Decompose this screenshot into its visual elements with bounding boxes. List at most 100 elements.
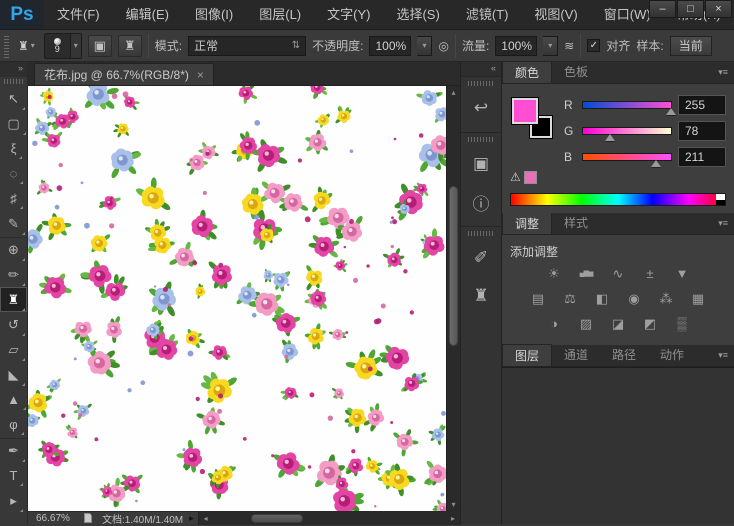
levels-icon[interactable]: ▄▆▅ (575, 266, 598, 282)
zoom-level-field[interactable]: 66.67% (36, 513, 82, 524)
layers-tab-1[interactable]: 图层 (502, 344, 553, 366)
posterize-icon[interactable]: ▨ (575, 316, 598, 332)
toolbar-collapse-button[interactable]: » (0, 62, 27, 77)
airbrush-icon[interactable]: ≋ (564, 39, 574, 53)
opacity-input[interactable]: 100% (369, 35, 412, 56)
lasso-tool[interactable]: ξ (0, 136, 27, 161)
minimize-button[interactable]: – (649, 0, 676, 18)
panel-menu-icon[interactable]: ▾≡ (712, 61, 734, 83)
spot-healing-brush-tool[interactable]: ⊕ (0, 237, 27, 262)
history-brush-tool[interactable]: ↺ (0, 312, 27, 337)
type-tool[interactable]: T (0, 463, 27, 488)
gradient-map-icon[interactable]: ◩ (639, 316, 662, 332)
menu-item-编辑[interactable]: 编辑(E) (113, 0, 182, 29)
channel-slider-r[interactable] (582, 101, 676, 115)
color-balance-icon[interactable]: ⚖ (559, 291, 582, 307)
opacity-pressure-icon[interactable]: ◎ (438, 39, 448, 53)
brush-panel-toggle-icon[interactable]: ▣ (87, 34, 112, 57)
black-swatch[interactable] (716, 200, 725, 205)
panel-menu-icon[interactable]: ▾≡ (712, 212, 734, 234)
channel-slider-g[interactable] (582, 127, 672, 141)
exposure-icon[interactable]: ± (639, 266, 662, 282)
clone-source-panel-toggle-icon[interactable]: ♜ (117, 34, 142, 57)
aligned-checkbox[interactable]: ✓ (587, 39, 601, 52)
maximize-button[interactable]: □ (677, 0, 704, 18)
menu-item-文字[interactable]: 文字(Y) (314, 0, 383, 29)
menu-item-图像[interactable]: 图像(I) (182, 0, 246, 29)
photo-filter-icon[interactable]: ◉ (623, 291, 646, 307)
horizontal-scroll-thumb[interactable] (250, 513, 303, 523)
color-tab-1[interactable]: 颜色 (502, 61, 553, 83)
close-tab-icon[interactable]: × (197, 68, 204, 82)
channel-slider-b[interactable] (582, 153, 672, 167)
channel-value-g[interactable]: 78 (678, 121, 726, 141)
menu-item-图层[interactable]: 图层(L) (246, 0, 314, 29)
flow-input[interactable]: 100% (495, 35, 538, 56)
invert-icon[interactable]: ◑ (543, 316, 566, 332)
layers-tab-2[interactable]: 通道 (552, 344, 600, 366)
eyedropper-tool[interactable]: ✎ (0, 211, 27, 236)
gamut-warning-icon[interactable]: ⚠ (510, 170, 521, 184)
brush-tool[interactable]: ✏ (0, 262, 27, 287)
pen-tool[interactable]: ✒ (0, 438, 27, 463)
layers-tab-4[interactable]: 动作 (648, 344, 696, 366)
menu-item-滤镜[interactable]: 滤镜(T) (453, 0, 522, 29)
close-button[interactable]: × (705, 0, 732, 18)
horizontal-scrollbar[interactable]: ◂ ▸ (197, 511, 460, 525)
status-flyout-arrow-icon[interactable]: ▸ (189, 513, 194, 524)
adjustments-tab-2[interactable]: 样式 (552, 212, 600, 234)
eraser-tool[interactable]: ▱ (0, 337, 27, 362)
canvas-image[interactable] (28, 86, 446, 511)
move-tool[interactable]: ↖ (0, 86, 27, 111)
rectangular-marquee-tool[interactable]: ▢ (0, 111, 27, 136)
scroll-up-icon[interactable]: ▴ (447, 87, 460, 98)
hue-saturation-icon[interactable]: ▤ (527, 291, 550, 307)
brush-panel-icon[interactable]: ✐ (461, 239, 501, 277)
opacity-dropdown[interactable]: ▾ (417, 35, 433, 56)
brightness-contrast-icon[interactable]: ☀ (543, 266, 566, 282)
color-spectrum-ramp[interactable] (510, 193, 726, 206)
channel-mixer-icon[interactable]: ⁂ (655, 291, 678, 307)
black-white-icon[interactable]: ◧ (591, 291, 614, 307)
adjustments-tab-1[interactable]: 调整 (502, 212, 553, 234)
gradient-tool[interactable]: ◣ (0, 362, 27, 387)
clone-source-panel-icon[interactable]: ♜ (461, 277, 501, 315)
quick-selection-tool[interactable]: ◌ (0, 161, 27, 186)
channel-value-r[interactable]: 255 (678, 95, 726, 115)
crop-tool[interactable]: ♯ (0, 186, 27, 211)
menu-item-文件[interactable]: 文件(F) (44, 0, 113, 29)
panel-menu-icon[interactable]: ▾≡ (712, 344, 734, 366)
history-panel-icon[interactable]: ↩ (461, 89, 501, 127)
layers-panel-content[interactable] (502, 367, 734, 524)
tool-preset-picker[interactable]: ♜ ▾ (15, 37, 38, 55)
vertical-scrollbar[interactable]: ▴ ▾ (446, 86, 460, 511)
color-lookup-icon[interactable]: ▦ (687, 291, 710, 307)
layers-tab-3[interactable]: 路径 (600, 344, 648, 366)
blur-tool[interactable]: ▲ (0, 387, 27, 412)
info-panel-icon[interactable]: ⓘ (461, 183, 501, 221)
properties-panel-icon[interactable]: ▣ (461, 145, 501, 183)
sample-select[interactable]: 当前 (669, 35, 712, 56)
scroll-down-icon[interactable]: ▾ (447, 499, 460, 510)
scroll-right-icon[interactable]: ▸ (447, 513, 459, 524)
scroll-left-icon[interactable]: ◂ (200, 513, 212, 524)
threshold-icon[interactable]: ◪ (607, 316, 630, 332)
slider-handle-icon[interactable] (666, 108, 676, 115)
menu-item-选择[interactable]: 选择(S) (383, 0, 452, 29)
panel-strip-collapse-button[interactable]: « (461, 62, 501, 76)
gamut-color-swatch[interactable] (523, 170, 537, 184)
slider-handle-icon[interactable] (650, 160, 661, 167)
blend-mode-select[interactable]: 正常 ⇅ (188, 35, 307, 56)
curves-icon[interactable]: ∿ (607, 266, 630, 282)
path-selection-tool[interactable]: ▸ (0, 488, 27, 513)
flow-dropdown[interactable]: ▾ (543, 35, 559, 56)
vibrance-icon[interactable]: ▼ (671, 266, 694, 282)
brush-preset-picker[interactable]: 9 ▾ (43, 32, 82, 59)
slider-handle-icon[interactable] (604, 134, 615, 141)
channel-value-b[interactable]: 211 (678, 147, 726, 167)
color-tab-2[interactable]: 色板 (552, 61, 600, 83)
document-tab[interactable]: 花布.jpg @ 66.7%(RGB/8*) × (34, 63, 214, 85)
vertical-scroll-thumb[interactable] (449, 186, 458, 346)
menu-item-视图[interactable]: 视图(V) (521, 0, 590, 29)
dodge-tool[interactable]: φ (0, 412, 27, 437)
